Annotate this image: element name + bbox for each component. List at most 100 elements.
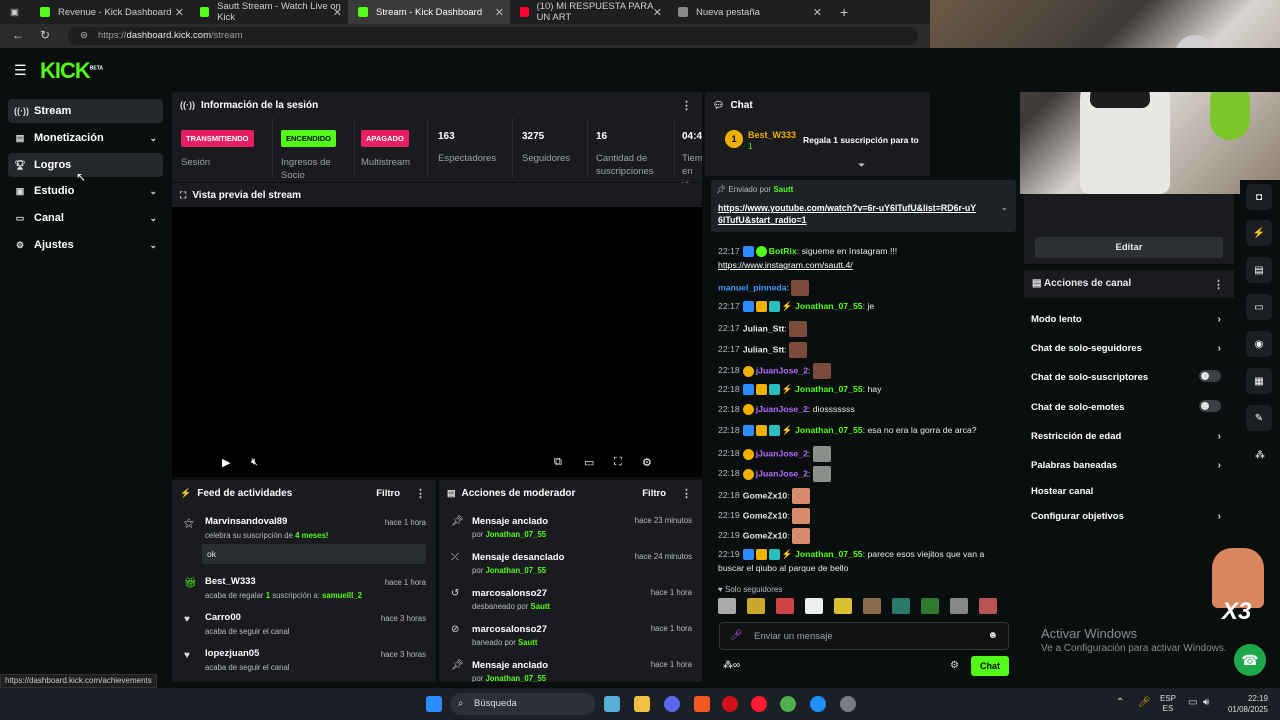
emote-button[interactable] — [747, 598, 765, 614]
close-tab-icon[interactable]: ✕ — [813, 6, 822, 19]
new-tab-button[interactable]: + — [830, 0, 854, 24]
close-tab-icon[interactable]: ✕ — [175, 6, 184, 19]
pinned-message: 📌︎ Enviado por Sautt https://www.youtube… — [711, 180, 1016, 232]
kick-logo[interactable]: KICKBETA — [40, 58, 103, 84]
emote-button[interactable] — [834, 598, 852, 614]
close-tab-icon[interactable]: ✕ — [495, 6, 504, 19]
action-age-restriction[interactable]: Restricción de edad › — [1031, 431, 1227, 442]
play-icon[interactable]: ▶ — [222, 456, 230, 469]
emote-button[interactable] — [776, 598, 794, 614]
emotes-only-toggle[interactable] — [1199, 400, 1221, 412]
settings-gear-icon[interactable]: ⚙ — [642, 456, 652, 469]
emote-button[interactable] — [950, 598, 968, 614]
layout-icon[interactable]: ▦ — [1246, 368, 1272, 394]
chat-settings-gear-icon[interactable]: ⚙ — [950, 660, 959, 671]
broadcast-icon: ((·)) — [180, 100, 195, 110]
support-chat-icon[interactable]: ☎ — [1234, 644, 1266, 676]
volume-icon[interactable]: 🔊︎ — [1203, 697, 1209, 708]
filter-button[interactable]: Filtro — [642, 488, 666, 499]
heart-icon: ♥ — [184, 614, 190, 625]
theater-mode-icon[interactable]: ▭ — [584, 456, 594, 469]
kick-drops-icon[interactable]: ⁂ — [1255, 450, 1265, 461]
gear-icon: ⚙ — [15, 239, 25, 250]
browser-tab-youtube[interactable]: (10) MI RESPUESTA PARA UN ART ✕ — [510, 0, 668, 24]
sidebar-item-stream[interactable]: ((·)) Stream — [8, 99, 163, 123]
language-indicator[interactable]: ESP ES — [1160, 694, 1176, 714]
chrome-icon[interactable] — [780, 696, 796, 712]
sidebar-item-monetizacion[interactable]: ▤ Monetización ⌄ — [8, 126, 163, 150]
action-slow-mode[interactable]: Modo lento › — [1031, 314, 1227, 325]
emote-button[interactable] — [979, 598, 997, 614]
chat-bubble-icon[interactable]: ▭ — [1246, 294, 1272, 320]
brave-icon[interactable] — [694, 696, 710, 712]
status-badge-session: TRANSMITIENDO — [181, 130, 254, 147]
emote-button[interactable] — [718, 598, 736, 614]
close-tab-icon[interactable]: ✕ — [653, 6, 662, 19]
emote-button[interactable] — [805, 598, 823, 614]
action-goals[interactable]: Configurar objetivos › — [1031, 511, 1227, 522]
edge-icon[interactable] — [810, 696, 826, 712]
back-arrow-icon[interactable]: ← — [12, 28, 24, 42]
collapse-icon[interactable]: ⏷ — [858, 160, 865, 171]
picture-in-picture-icon[interactable]: ⧉ — [554, 456, 562, 469]
network-icon[interactable]: ▭ — [1188, 697, 1197, 708]
browser-tab-watch[interactable]: Sautt Stream - Watch Live on Kick ✕ — [190, 0, 348, 24]
browser-menu-icon[interactable]: ▣ — [0, 0, 26, 24]
obs-icon[interactable] — [840, 696, 856, 712]
discord-icon[interactable] — [664, 696, 680, 712]
close-tab-icon[interactable]: ✕ — [333, 6, 342, 19]
chevron-right-icon: › — [1217, 460, 1221, 471]
document-icon[interactable]: ▤ — [1246, 257, 1272, 283]
more-options-icon[interactable]: ⋮ — [681, 487, 692, 500]
file-explorer-icon[interactable] — [634, 696, 650, 712]
mute-icon[interactable]: 🔇︎ — [251, 456, 258, 469]
browser-tab-bar: ▣ Revenue - Kick Dashboard ✕ Sautt Stream… — [0, 0, 930, 24]
browser-tab-stream[interactable]: Stream - Kick Dashboard ✕ — [348, 0, 510, 24]
youtube-favicon-icon — [520, 7, 529, 17]
tray-chevron-icon[interactable]: ⌃ — [1116, 697, 1124, 708]
site-info-icon[interactable]: ⊜ — [80, 27, 88, 45]
windows-start-icon[interactable] — [426, 696, 442, 712]
microphone-icon[interactable]: 🎤︎ — [730, 630, 743, 641]
more-options-icon[interactable]: ⋮ — [415, 487, 426, 500]
emote-button[interactable] — [892, 598, 910, 614]
opera-gx-icon[interactable] — [722, 696, 738, 712]
action-banned-words[interactable]: Palabras baneadas › — [1031, 460, 1227, 471]
browser-tab-new[interactable]: Nueva pestaña ✕ — [668, 0, 828, 24]
emote-button[interactable] — [863, 598, 881, 614]
app-header: ☰ — [0, 48, 1280, 92]
emote-button[interactable] — [921, 598, 939, 614]
reload-icon[interactable]: ↻ — [40, 28, 50, 42]
emoji-picker-icon[interactable]: ☻ — [987, 630, 998, 641]
camera-icon[interactable]: ◘ — [1246, 184, 1272, 210]
url-field[interactable]: ⊜ https://dashboard.kick.com/stream — [68, 27, 918, 45]
app-icon[interactable] — [604, 696, 620, 712]
send-chat-button[interactable]: Chat — [971, 656, 1009, 676]
more-options-icon[interactable]: ⋮ — [1213, 278, 1224, 291]
chat-message: 22:18 ⚡ Jonathan_07_55: hay — [718, 384, 882, 396]
chevron-down-icon[interactable]: ⌄ — [1000, 202, 1008, 213]
more-options-icon[interactable]: ⋮ — [681, 99, 692, 112]
taskbar-search[interactable]: ⌕ Búsqueda — [450, 693, 595, 715]
opera-icon[interactable] — [751, 696, 767, 712]
lightning-icon[interactable]: ⚡ — [1246, 220, 1272, 246]
subscribers-only-toggle[interactable] — [1199, 370, 1221, 382]
kick-drops-icon[interactable]: ⁂∞ — [723, 660, 740, 671]
fullscreen-icon[interactable]: ⛶ — [614, 456, 622, 469]
sidebar-item-canal[interactable]: ▭ Canal ⌄ — [8, 206, 163, 230]
chat-message-input[interactable]: 🎤︎ Enviar un mensaje ☻ — [719, 622, 1009, 650]
stream-preview-video[interactable] — [172, 207, 702, 477]
pinned-link[interactable]: https://www.youtube.com/watch?v=6r-uY6lT… — [718, 202, 978, 226]
clock[interactable]: 22:19 01/08/2025 — [1222, 693, 1268, 715]
edit-button[interactable]: Editar — [1035, 237, 1223, 258]
microphone-icon[interactable]: 🎤︎ — [1138, 697, 1151, 708]
action-followers-only[interactable]: Chat de solo-seguidores › — [1031, 343, 1227, 354]
filter-button[interactable]: Filtro — [376, 488, 400, 499]
wrench-icon[interactable]: ✎ — [1246, 405, 1272, 431]
browser-tab-revenue[interactable]: Revenue - Kick Dashboard ✕ — [30, 0, 190, 24]
broadcast-icon[interactable]: ◉ — [1246, 331, 1272, 357]
chat-link[interactable]: https://www.instagram.com/sautt.4/ — [718, 260, 853, 270]
hamburger-menu-icon[interactable]: ☰ — [14, 62, 27, 79]
action-host-channel[interactable]: Hostear canal — [1031, 486, 1227, 497]
sidebar-item-ajustes[interactable]: ⚙ Ajustes ⌄ — [8, 233, 163, 257]
